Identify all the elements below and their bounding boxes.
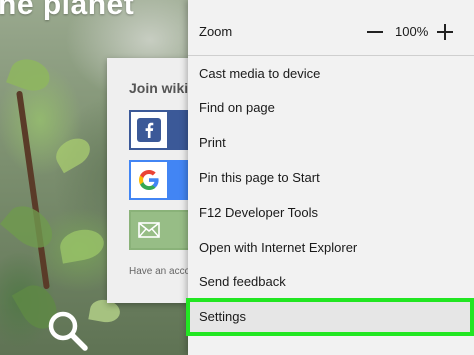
menu-item-send-feedback[interactable]: Send feedback: [188, 265, 474, 299]
menu-item-open-with-ie[interactable]: Open with Internet Explorer: [188, 231, 474, 265]
menu-item-print[interactable]: Print: [188, 126, 474, 160]
menu-item-pin-to-start[interactable]: Pin this page to Start: [188, 161, 474, 195]
zoom-label: Zoom: [199, 24, 233, 39]
leaf: [6, 54, 54, 96]
menu-item-settings[interactable]: Settings: [186, 298, 474, 336]
menu-item-cast-media[interactable]: Cast media to device: [188, 57, 474, 91]
leaf: [50, 132, 96, 174]
zoom-value: 100%: [395, 24, 429, 39]
google-icon: [131, 162, 167, 198]
page-heading: he planet: [0, 0, 135, 21]
have-account-text: Have an acco: [129, 266, 191, 277]
browser-more-menu: Zoom 100% Cast media to device Find on p…: [186, 0, 474, 355]
menu-item-find-on-page[interactable]: Find on page: [188, 91, 474, 125]
join-title: Join wiki: [129, 80, 189, 96]
plant-stem: [16, 90, 50, 290]
leaf: [57, 226, 107, 264]
search-icon[interactable]: [45, 308, 89, 352]
minus-icon[interactable]: [364, 21, 386, 43]
menu-item-developer-tools[interactable]: F12 Developer Tools: [188, 196, 474, 230]
menu-divider: [188, 55, 474, 56]
email-icon: [131, 212, 167, 248]
zoom-row: Zoom 100%: [188, 12, 474, 50]
plus-icon[interactable]: [434, 21, 456, 43]
leaf: [0, 197, 61, 257]
facebook-icon: [131, 112, 167, 148]
